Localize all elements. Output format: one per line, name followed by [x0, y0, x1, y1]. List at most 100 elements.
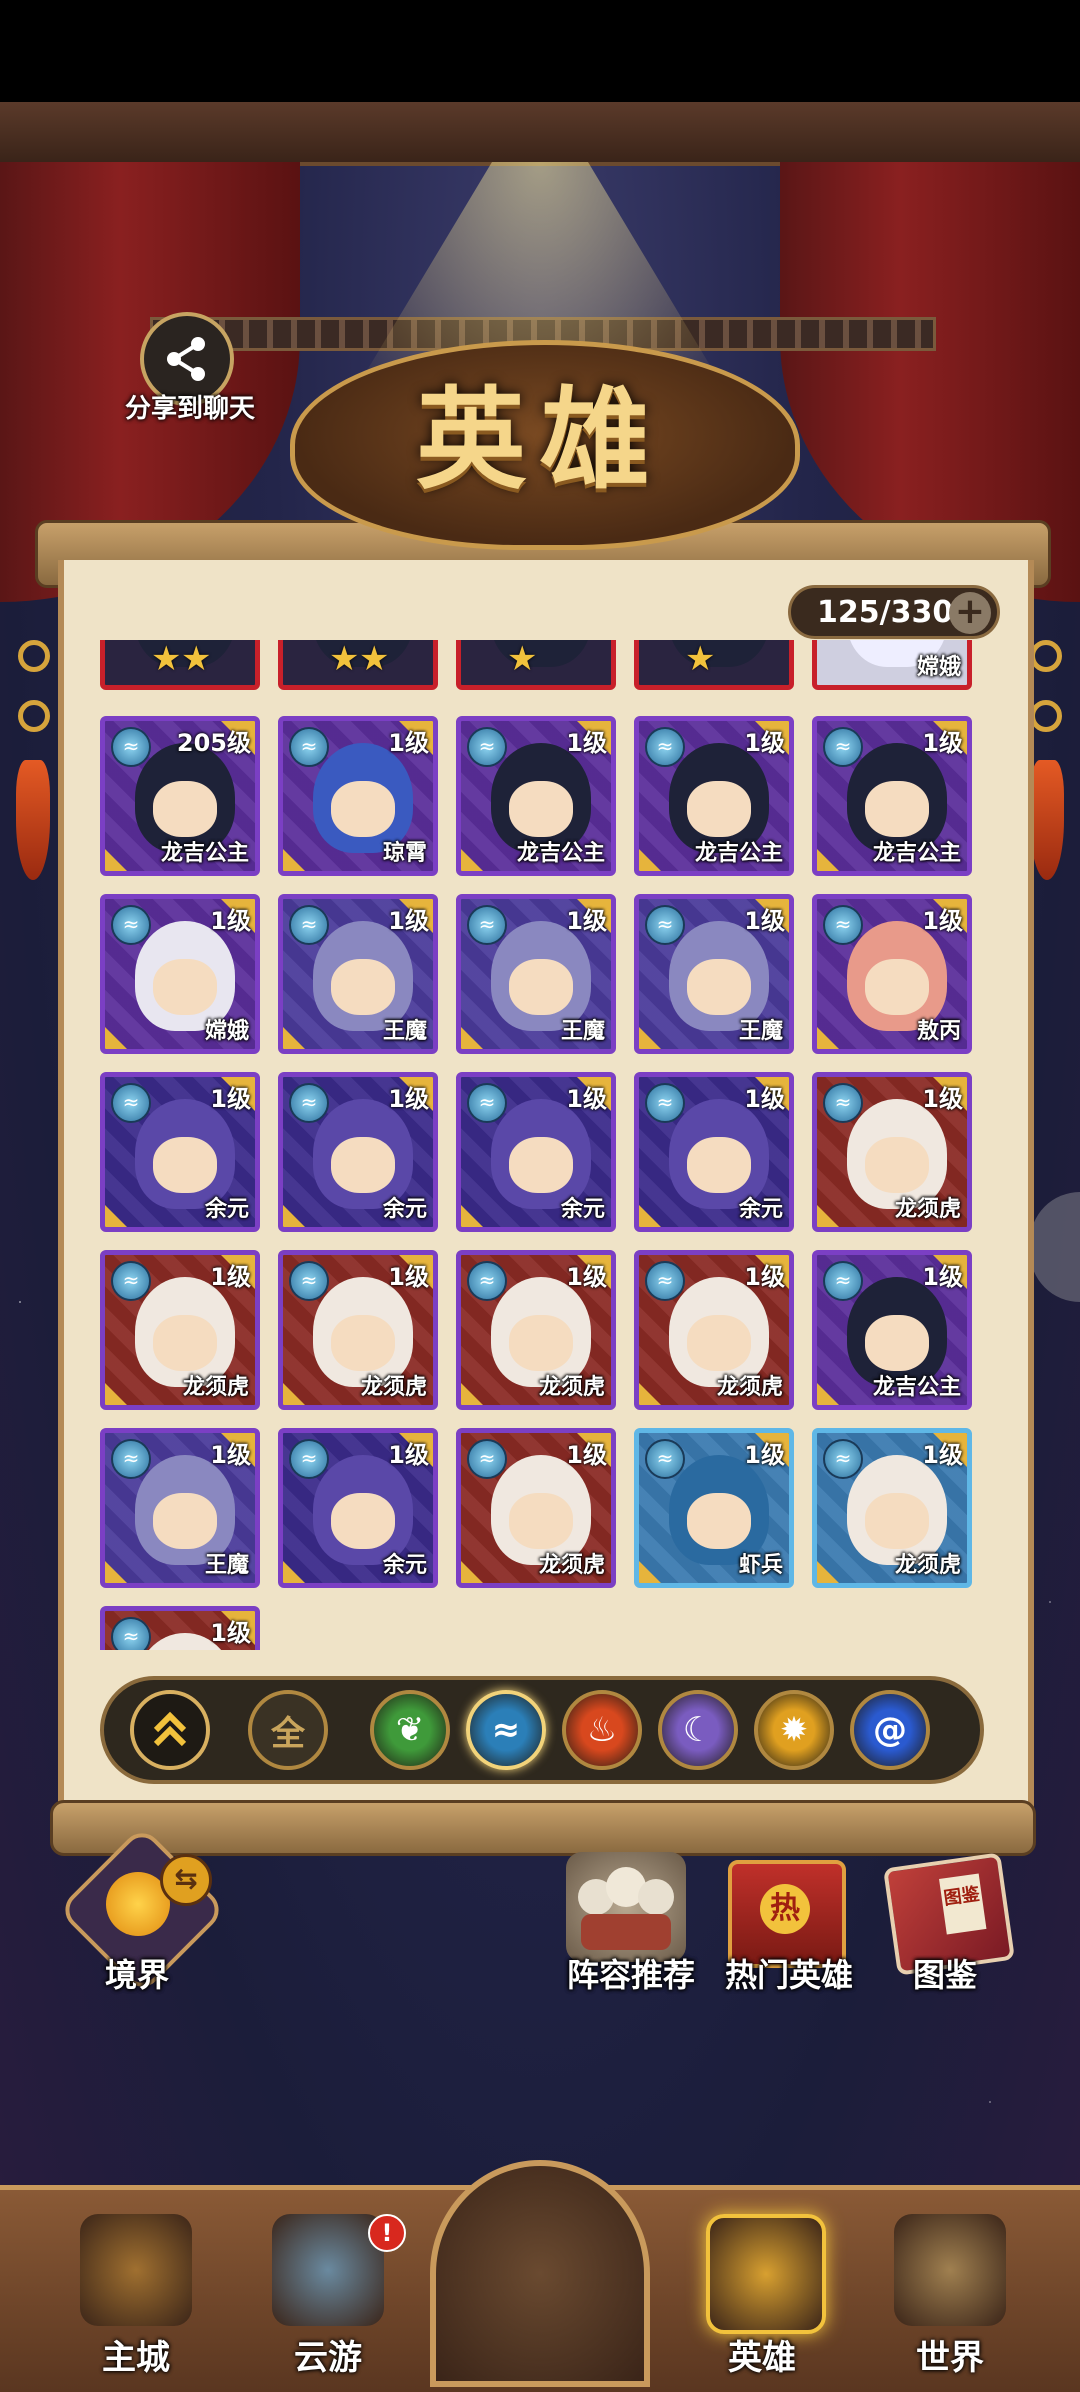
rarity-corner — [105, 1027, 127, 1049]
hero-level: 1级 — [744, 907, 785, 935]
hero-name: 龙须虎 — [182, 1375, 249, 1400]
hero-level: 1级 — [744, 729, 785, 757]
rarity-corner — [817, 1027, 839, 1049]
hero-card[interactable]: ≈1级 余元 — [100, 1072, 260, 1232]
hero-level: 1级 — [922, 1085, 963, 1113]
collapse-button[interactable] — [130, 1690, 210, 1770]
nav-item-5[interactable]: 世界 — [860, 2200, 1040, 2380]
hero-card[interactable]: ≈1级 虾兵 — [634, 1428, 794, 1588]
rarity-corner — [639, 1205, 661, 1227]
hero-card[interactable]: ≈1级 — [100, 1606, 260, 1650]
page-title: 英雄 — [416, 375, 664, 504]
hero-card[interactable]: ≈205级 龙吉公主 — [100, 716, 260, 876]
mountain-icon — [894, 2214, 1006, 2326]
hero-card[interactable]: ≈1级 敖丙 — [812, 894, 972, 1054]
share-icon — [167, 337, 205, 381]
rarity-corner — [283, 1383, 305, 1405]
hero-name: 龙吉公主 — [160, 841, 249, 866]
hero-name: 嫦娥 — [916, 655, 961, 680]
hero-card[interactable]: ≈1级 龙吉公主 — [812, 1250, 972, 1410]
hero-helmet-icon — [706, 2214, 826, 2334]
hero-card[interactable]: ≈1级 龙须虎 — [100, 1250, 260, 1410]
hero-card[interactable]: ≈1级 龙吉公主 — [634, 716, 794, 876]
hero-card[interactable]: ★ ★ — [278, 640, 438, 690]
hero-card[interactable]: 嫦娥 — [812, 640, 972, 690]
hero-portrait — [669, 640, 769, 667]
hero-card[interactable]: ≈1级 龙须虎 — [456, 1428, 616, 1588]
hero-card[interactable]: ≈1级 龙须虎 — [812, 1072, 972, 1232]
hero-card[interactable]: ≈1级 余元 — [278, 1428, 438, 1588]
filter-element-button[interactable]: ✹ — [754, 1690, 834, 1770]
hero-card[interactable]: ≈1级 龙吉公主 — [812, 716, 972, 876]
hero-face — [687, 1315, 751, 1371]
hero-card[interactable]: ★ — [456, 640, 616, 690]
hero-level: 1级 — [566, 1441, 607, 1469]
hero-card[interactable]: ≈1级 琼霄 — [278, 716, 438, 876]
nav-item-4[interactable]: 英雄 — [672, 2200, 852, 2380]
rarity-corner — [105, 849, 127, 871]
hero-level: 1级 — [388, 729, 429, 757]
hero-name: 余元 — [738, 1197, 783, 1222]
hero-card[interactable]: ★ ★ — [100, 640, 260, 690]
hero-card[interactable]: ≈1级 王魔 — [100, 1428, 260, 1588]
realm-label: 境界 — [104, 1956, 169, 1994]
rarity-corner — [461, 1561, 483, 1583]
filter-element-button[interactable]: @ — [850, 1690, 930, 1770]
water-element-icon: ≈ — [111, 905, 151, 945]
codex-label: 图鉴 — [912, 1956, 977, 1994]
nav-item-2[interactable]: 云游! — [238, 2200, 418, 2380]
hero-card[interactable]: ≈1级 龙须虎 — [634, 1250, 794, 1410]
hero-card[interactable]: ≈1级 王魔 — [456, 894, 616, 1054]
filter-element-button[interactable]: ☾ — [658, 1690, 738, 1770]
hero-card[interactable]: ★ — [634, 640, 794, 690]
water-element-icon: ≈ — [111, 1617, 151, 1650]
hero-face — [865, 959, 929, 1015]
hero-card[interactable]: ≈1级 王魔 — [278, 894, 438, 1054]
hero-card[interactable]: ≈1级 王魔 — [634, 894, 794, 1054]
water-element-icon: ≈ — [467, 1261, 507, 1301]
hero-level: 1级 — [210, 1263, 251, 1291]
water-element-icon: ≈ — [645, 1083, 685, 1123]
water-element-icon: ≈ — [289, 1261, 329, 1301]
hero-face — [865, 781, 929, 837]
expand-capacity-button[interactable]: + — [949, 592, 991, 634]
hero-face — [153, 1315, 217, 1371]
hero-card[interactable]: ≈1级 嫦娥 — [100, 894, 260, 1054]
hero-level: 1级 — [388, 1085, 429, 1113]
ring-decoration-left — [18, 640, 50, 672]
hero-level: 1级 — [922, 729, 963, 757]
wood-leaf-icon: ❦ — [395, 1710, 425, 1750]
filter-all-button[interactable]: 全 — [248, 1690, 328, 1770]
filter-element-button[interactable]: ≈ — [466, 1690, 546, 1770]
hero-level: 1级 — [744, 1263, 785, 1291]
water-element-icon: ≈ — [645, 727, 685, 767]
filter-element-button[interactable]: ♨ — [562, 1690, 642, 1770]
hot-heroes-label: 热门英雄 — [724, 1956, 853, 1994]
hero-card[interactable]: ≈1级 余元 — [456, 1072, 616, 1232]
hero-card[interactable]: ≈1级 龙须虎 — [456, 1250, 616, 1410]
hero-face — [331, 781, 395, 837]
hero-face — [331, 959, 395, 1015]
rarity-corner — [817, 1561, 839, 1583]
hero-card[interactable]: ≈1级 余元 — [634, 1072, 794, 1232]
ring-decoration-left-2 — [18, 700, 50, 732]
filter-element-button[interactable]: ❦ — [370, 1690, 450, 1770]
tassel-left — [16, 760, 50, 880]
hero-face — [687, 781, 751, 837]
water-element-icon: ≈ — [467, 727, 507, 767]
hero-card[interactable]: ≈1级 余元 — [278, 1072, 438, 1232]
hot-badge-icon: 热 — [760, 1884, 810, 1934]
star-icon: ★ — [151, 640, 182, 679]
hero-name: 龙须虎 — [538, 1553, 605, 1578]
double-chevron-up-icon — [153, 1711, 187, 1747]
hero-card[interactable]: ≈1级 龙吉公主 — [456, 716, 616, 876]
nav-item-1[interactable]: 主城 — [46, 2200, 226, 2380]
lineup-button[interactable] — [566, 1852, 686, 1962]
battle-button-frame — [430, 2160, 650, 2387]
hero-card[interactable]: ≈1级 龙须虎 — [812, 1428, 972, 1588]
hero-level: 1级 — [566, 1085, 607, 1113]
nav-label: 云游 — [294, 2338, 362, 2378]
alert-badge: ! — [368, 2214, 406, 2252]
hero-card[interactable]: ≈1级 龙须虎 — [278, 1250, 438, 1410]
hero-face — [865, 1137, 929, 1193]
